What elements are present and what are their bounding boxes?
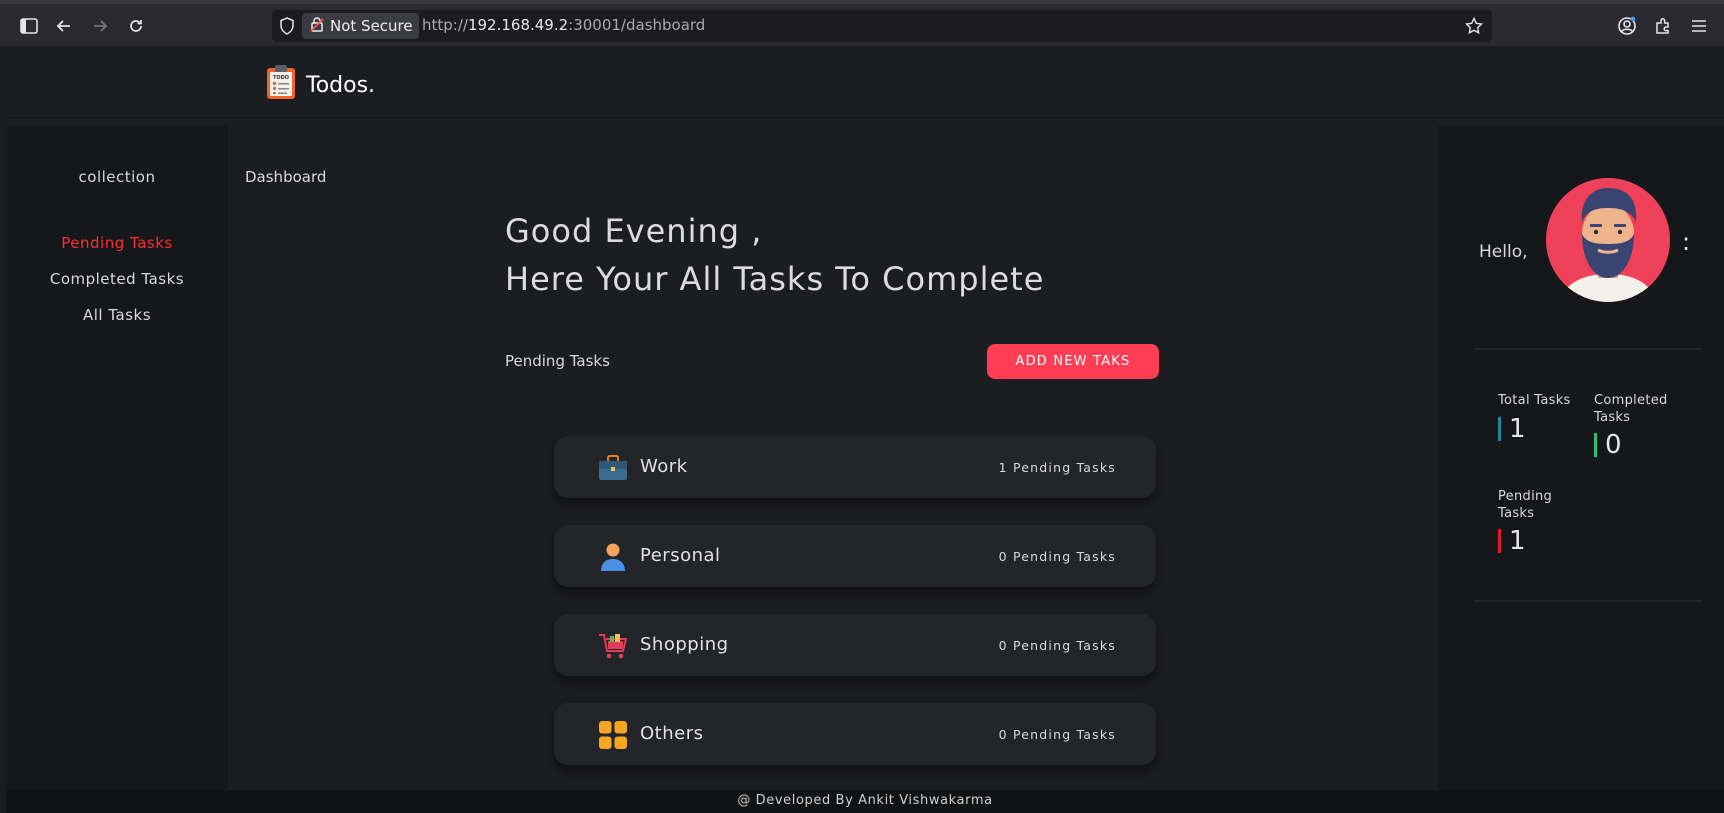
- category-count: 0 Pending Tasks: [998, 727, 1116, 742]
- browser-toolbar: Not Secure http://192.168.49.2:30001/das…: [0, 0, 1724, 46]
- category-name: Personal: [640, 545, 721, 566]
- reload-icon[interactable]: [125, 15, 147, 37]
- profile-panel: Hello, : Total Tasks 1 Completed Tasks 0…: [1438, 126, 1724, 790]
- greeting-subtitle: Here Your All Tasks To Complete: [505, 260, 1045, 298]
- app-header: TODO Todos.: [6, 46, 1724, 118]
- category-count: 1 Pending Tasks: [998, 460, 1116, 475]
- briefcase-icon: [598, 453, 628, 483]
- url-text[interactable]: http://192.168.49.2:30001/dashboard: [422, 16, 705, 34]
- greeting-title: Good Evening ,: [505, 212, 763, 250]
- add-new-task-button[interactable]: ADD NEW TAKS: [987, 344, 1159, 379]
- svg-text:TODO: TODO: [273, 75, 289, 81]
- pending-tasks-label: Pending Tasks: [1498, 489, 1553, 521]
- completed-tasks-value: 0: [1594, 430, 1622, 460]
- total-tasks-value: 1: [1498, 414, 1526, 444]
- category-name: Work: [640, 456, 688, 477]
- account-icon[interactable]: [1616, 15, 1638, 37]
- back-icon[interactable]: [53, 15, 75, 37]
- grid-icon: [598, 720, 628, 750]
- menu-icon[interactable]: [1688, 15, 1710, 37]
- hello-text: Hello,: [1479, 242, 1528, 262]
- category-name: Shopping: [640, 634, 729, 655]
- sidebar: collection Pending Tasks Completed Tasks…: [6, 126, 228, 790]
- category-card-work[interactable]: Work 1 Pending Tasks: [554, 436, 1156, 498]
- avatar[interactable]: [1546, 178, 1670, 302]
- shopping-cart-icon: [598, 631, 628, 661]
- sidebar-toggle-icon[interactable]: [18, 15, 40, 37]
- pending-tasks-value: 1: [1498, 526, 1526, 556]
- profile-menu-button[interactable]: :: [1682, 228, 1690, 256]
- category-name: Others: [640, 723, 704, 744]
- not-secure-badge[interactable]: Not Secure: [302, 13, 419, 39]
- footer: @ Developed By Ankit Vishwakarma: [6, 790, 1724, 813]
- sidebar-heading: collection: [78, 168, 156, 186]
- insecure-lock-icon: [310, 16, 324, 36]
- category-card-shopping[interactable]: Shopping 0 Pending Tasks: [554, 614, 1156, 676]
- pending-tasks-bar: [1498, 529, 1501, 553]
- divider: [1474, 600, 1702, 602]
- address-bar[interactable]: Not Secure http://192.168.49.2:30001/das…: [272, 10, 1492, 42]
- completed-tasks-bar: [1594, 433, 1597, 457]
- brand[interactable]: TODO Todos.: [266, 64, 375, 106]
- category-card-personal[interactable]: Personal 0 Pending Tasks: [554, 525, 1156, 587]
- main-area: collection Pending Tasks Completed Tasks…: [6, 126, 1724, 790]
- section-label: Pending Tasks: [505, 352, 610, 370]
- divider: [1474, 348, 1702, 350]
- sidebar-item-all-tasks[interactable]: All Tasks: [6, 306, 228, 324]
- clipboard-logo-icon: TODO: [266, 64, 296, 106]
- bookmark-star-icon[interactable]: [1463, 15, 1485, 37]
- sidebar-item-pending-tasks[interactable]: Pending Tasks: [6, 234, 228, 252]
- forward-icon[interactable]: [89, 15, 111, 37]
- total-tasks-label: Total Tasks: [1498, 393, 1571, 408]
- category-count: 0 Pending Tasks: [998, 638, 1116, 653]
- shield-icon[interactable]: [276, 15, 298, 37]
- extensions-icon[interactable]: [1652, 15, 1674, 37]
- brand-name: Todos.: [306, 72, 376, 98]
- breadcrumb: Dashboard: [245, 168, 327, 186]
- category-count: 0 Pending Tasks: [998, 549, 1116, 564]
- category-card-others[interactable]: Others 0 Pending Tasks: [554, 703, 1156, 765]
- not-secure-label: Not Secure: [330, 17, 413, 35]
- completed-tasks-label: Completed Tasks: [1594, 393, 1668, 425]
- sidebar-item-completed-tasks[interactable]: Completed Tasks: [6, 270, 228, 288]
- total-tasks-bar: [1498, 417, 1501, 441]
- person-icon: [598, 542, 628, 572]
